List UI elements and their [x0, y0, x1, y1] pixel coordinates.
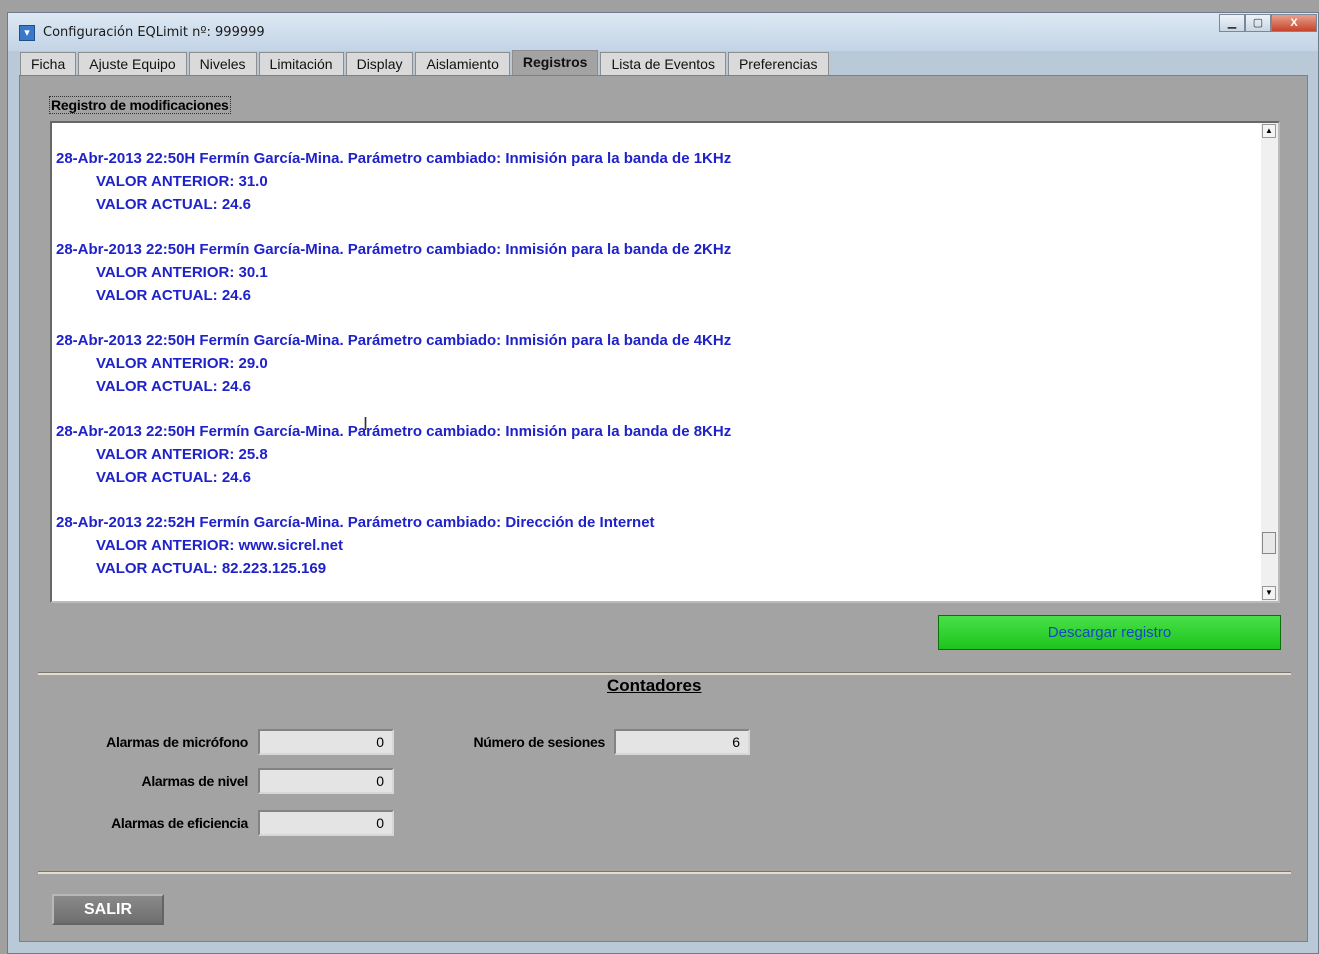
scroll-up-icon[interactable]: ▲ [1262, 124, 1276, 138]
sessions-label: Número de sesiones [473, 734, 605, 750]
tab-lista-de-eventos[interactable]: Lista de Eventos [600, 52, 726, 76]
registros-panel: Registro de modificaciones 28-Abr-2013 2… [19, 75, 1308, 942]
tab-display[interactable]: Display [345, 52, 414, 76]
mic-alarms-label: Alarmas de micrófono [106, 734, 248, 750]
log-entry: 28-Abr-2013 22:50H Fermín García-Mina. P… [56, 329, 731, 398]
efficiency-alarms-label: Alarmas de eficiencia [111, 815, 248, 831]
efficiency-alarms-field: 0 [258, 810, 394, 836]
title-bar: ▾ Configuración EQLimit nº: 999999 ▁ ▢ X [8, 13, 1318, 51]
log-textbox[interactable]: 28-Abr-2013 22:50H Fermín García-Mina. P… [50, 121, 1280, 603]
log-entry-current: VALOR ACTUAL: 24.6 [96, 287, 252, 304]
log-entry-current: VALOR ACTUAL: 24.6 [96, 196, 252, 213]
tab-niveles[interactable]: Niveles [188, 52, 257, 76]
log-entry: 28-Abr-2013 22:50H Fermín García-Mina. P… [56, 147, 731, 216]
log-entry-header: 28-Abr-2013 22:50H Fermín García-Mina. P… [56, 241, 732, 258]
log-entry-previous: VALOR ANTERIOR: 25.8 [96, 446, 268, 463]
download-log-button[interactable]: Descargar registro [938, 615, 1281, 650]
divider [38, 871, 1291, 874]
log-entry: 28-Abr-2013 22:50H Fermín García-Mina. P… [56, 420, 731, 489]
log-entry: 28-Abr-2013 22:50H Fermín García-Mina. P… [56, 238, 731, 307]
log-entry-header: 28-Abr-2013 22:52H Fermín García-Mina. P… [56, 514, 655, 531]
log-entry-previous: VALOR ANTERIOR: 29.0 [96, 355, 268, 372]
window-title: Configuración EQLimit nº: 999999 [43, 25, 265, 40]
maximize-button[interactable]: ▢ [1245, 14, 1271, 32]
exit-button[interactable]: SALIR [52, 894, 164, 925]
app-icon: ▾ [19, 25, 35, 41]
log-entry-header: 28-Abr-2013 22:50H Fermín García-Mina. P… [56, 150, 732, 167]
log-entry-header: 28-Abr-2013 22:50H Fermín García-Mina. P… [56, 423, 732, 440]
log-entry-previous: VALOR ANTERIOR: www.sicrel.net [96, 537, 343, 554]
mic-alarms-field: 0 [258, 729, 394, 755]
log-entry-header: 28-Abr-2013 22:50H Fermín García-Mina. P… [56, 332, 732, 349]
sessions-field: 6 [614, 729, 750, 755]
tab-ajuste-equipo[interactable]: Ajuste Equipo [78, 52, 187, 76]
minimize-button[interactable]: ▁ [1219, 14, 1245, 32]
log-scrollbar[interactable]: ▲ ▼ [1261, 123, 1278, 601]
tab-ficha[interactable]: Ficha [20, 52, 77, 76]
level-alarms-label: Alarmas de nivel [141, 773, 249, 789]
tab-preferencias[interactable]: Preferencias [727, 52, 829, 76]
scroll-thumb[interactable] [1262, 532, 1276, 554]
log-section-label: Registro de modificaciones [49, 96, 231, 114]
tab-registros[interactable]: Registros [511, 50, 599, 77]
window-controls: ▁ ▢ X [1219, 14, 1317, 34]
text-cursor-icon: I [363, 414, 369, 434]
log-entry-previous: VALOR ANTERIOR: 31.0 [96, 173, 268, 190]
divider [38, 672, 1291, 675]
tab-strip: Ficha Ajuste Equipo Niveles Limitación D… [20, 50, 831, 77]
log-entry-current: VALOR ACTUAL: 24.6 [96, 469, 252, 486]
counters-title: Contadores [607, 676, 702, 695]
log-entry-previous: VALOR ANTERIOR: 30.1 [96, 264, 268, 281]
close-button[interactable]: X [1271, 14, 1317, 32]
tab-aislamiento[interactable]: Aislamiento [415, 52, 510, 76]
log-entry: 28-Abr-2013 22:52H Fermín García-Mina. P… [56, 511, 655, 580]
scroll-down-icon[interactable]: ▼ [1262, 586, 1276, 600]
level-alarms-field: 0 [258, 768, 394, 794]
log-entry-current: VALOR ACTUAL: 24.6 [96, 378, 252, 395]
log-entry-current: VALOR ACTUAL: 82.223.125.169 [96, 560, 327, 577]
tab-limitacion[interactable]: Limitación [258, 52, 344, 76]
